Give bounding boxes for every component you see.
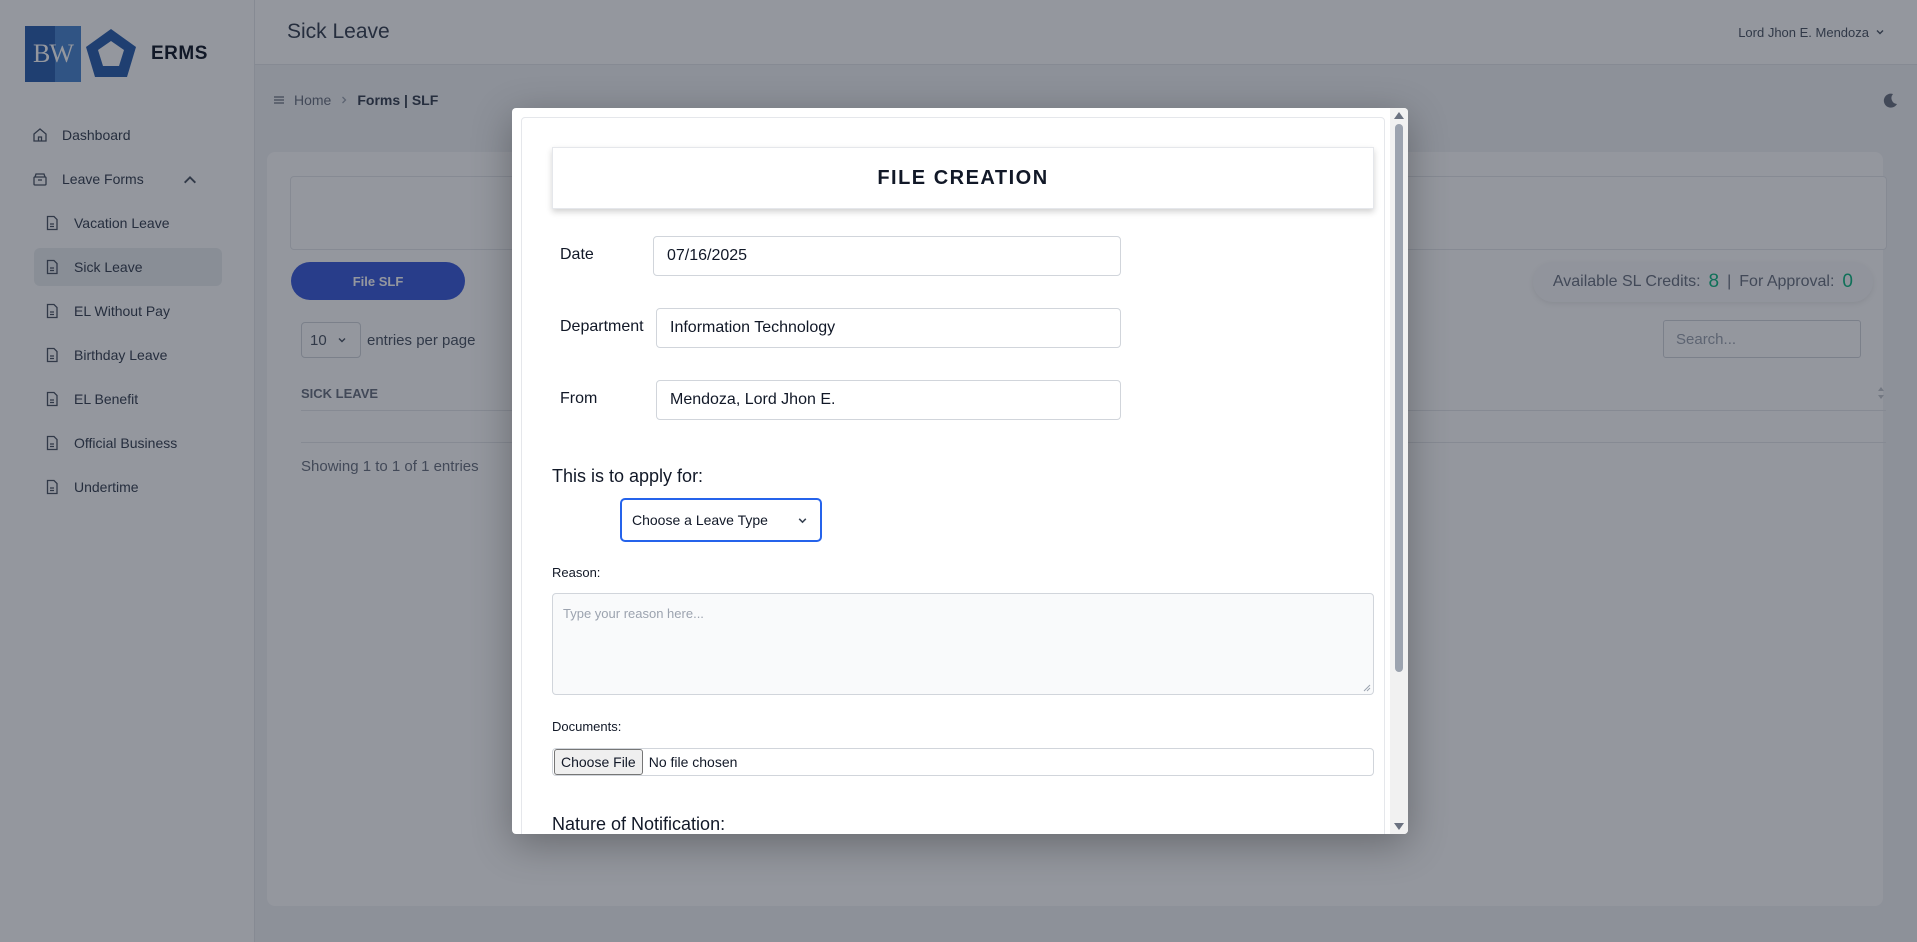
reason-label: Reason: (552, 565, 601, 580)
resize-handle-icon[interactable] (1363, 684, 1371, 692)
file-creation-modal: FILE CREATION Date 07/16/2025 Department… (512, 108, 1408, 834)
date-field[interactable]: 07/16/2025 (653, 236, 1121, 276)
scroll-up-arrow-icon[interactable] (1394, 112, 1404, 119)
department-field[interactable]: Information Technology (656, 308, 1121, 348)
modal-scrollbar[interactable] (1390, 108, 1408, 834)
modal-title: FILE CREATION (552, 147, 1374, 209)
from-label: From (560, 390, 598, 407)
scroll-thumb[interactable] (1395, 124, 1403, 672)
reason-placeholder: Type your reason here... (563, 606, 704, 621)
leave-type-select[interactable]: Choose a Leave Type (620, 498, 822, 542)
file-status: No file chosen (648, 754, 738, 770)
chevron-down-icon (798, 517, 807, 523)
modal-body: FILE CREATION Date 07/16/2025 Department… (521, 117, 1385, 834)
leave-type-value: Choose a Leave Type (632, 512, 768, 528)
nature-of-notification-label: Nature of Notification: (552, 814, 726, 834)
choose-file-button[interactable]: Choose File (554, 749, 643, 775)
documents-label: Documents: (552, 719, 622, 734)
scroll-down-arrow-icon[interactable] (1394, 823, 1404, 830)
date-label: Date (560, 246, 594, 263)
reason-textarea[interactable]: Type your reason here... (552, 593, 1374, 695)
department-label: Department (560, 318, 644, 335)
from-field[interactable]: Mendoza, Lord Jhon E. (656, 380, 1121, 420)
documents-file-input[interactable]: Choose File No file chosen (552, 748, 1374, 776)
apply-for-label: This is to apply for: (552, 466, 704, 486)
